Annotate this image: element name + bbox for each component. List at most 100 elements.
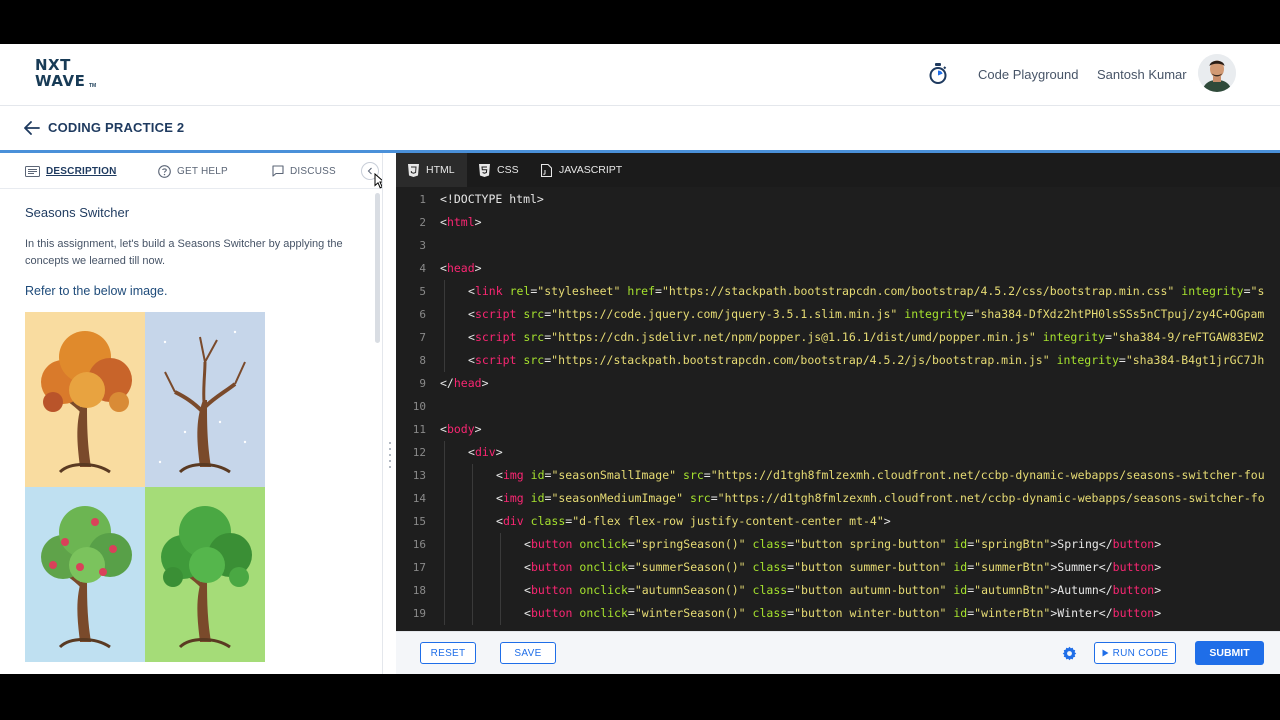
line-number: 4	[419, 262, 426, 275]
submit-button[interactable]: SUBMIT	[1195, 641, 1264, 665]
tab-discuss[interactable]: DISCUSS	[272, 153, 336, 189]
code-line[interactable]: 17 <button onclick="summerSeason()" class…	[396, 556, 1280, 579]
indent-guide	[444, 579, 445, 602]
code-text: </head>	[440, 376, 489, 390]
tab-css[interactable]: CSS	[467, 153, 531, 187]
code-line[interactable]: 5 <link rel="stylesheet" href="https://st…	[396, 280, 1280, 303]
code-text: <script src="https://stackpath.bootstrap…	[468, 353, 1265, 367]
arrow-left-icon[interactable]	[24, 121, 40, 135]
panel-tabs: DESCRIPTION GET HELP DISCUSS	[0, 153, 382, 189]
reset-button[interactable]: RESET	[420, 642, 476, 664]
tab-description[interactable]: DESCRIPTION	[25, 153, 117, 189]
indent-guide	[472, 533, 473, 556]
code-line[interactable]: 13 <img id="seasonSmallImage" src="https:…	[396, 464, 1280, 487]
line-number: 11	[412, 423, 426, 436]
line-number: 6	[419, 308, 426, 321]
code-text: <button onclick="springSeason()" class="…	[524, 537, 1162, 551]
line-number: 15	[412, 515, 426, 528]
code-line[interactable]: 4 <head>	[396, 257, 1280, 280]
indent-guide	[472, 487, 473, 510]
indent-guide	[444, 556, 445, 579]
line-number: 19	[412, 607, 426, 620]
seasons-reference-image	[25, 312, 265, 662]
code-text: <img id="seasonSmallImage" src="https://…	[496, 468, 1265, 482]
nxtwave-logo[interactable]: NXT WAVE TM	[35, 57, 105, 93]
mouse-cursor-icon	[374, 173, 382, 189]
code-text: <script src="https://cdn.jsdelivr.net/np…	[468, 330, 1265, 344]
indent-guide	[444, 280, 445, 303]
line-number: 18	[412, 584, 426, 597]
code-line[interactable]: 2 <html>	[396, 211, 1280, 234]
line-number: 2	[419, 216, 426, 229]
panel-scrollbar[interactable]	[375, 193, 380, 343]
run-code-label: RUN CODE	[1112, 647, 1169, 659]
chevron-left-icon	[367, 167, 372, 175]
indent-guide	[444, 464, 445, 487]
indent-guide	[472, 579, 473, 602]
avatar[interactable]	[1198, 54, 1236, 92]
code-text: <link rel="stylesheet" href="https://sta…	[468, 284, 1265, 298]
indent-guide	[444, 533, 445, 556]
line-number: 17	[412, 561, 426, 574]
description-panel: DESCRIPTION GET HELP DISCUSS Seasons Swi…	[0, 153, 383, 674]
code-line[interactable]: 10	[396, 395, 1280, 418]
indent-guide	[444, 602, 445, 625]
indent-guide	[444, 349, 445, 372]
code-line[interactable]: 7 <script src="https://cdn.jsdelivr.net/n…	[396, 326, 1280, 349]
refer-image-text: Refer to the below image.	[25, 284, 168, 298]
tab-html-label: HTML	[426, 164, 455, 176]
user-name[interactable]: Santosh Kumar	[1097, 67, 1187, 82]
play-icon	[1102, 649, 1109, 657]
code-playground-link[interactable]: Code Playground	[978, 67, 1078, 82]
save-button[interactable]: SAVE	[500, 642, 556, 664]
code-line[interactable]: 1 <!DOCTYPE html>	[396, 188, 1280, 211]
code-line[interactable]: 12 <div>	[396, 441, 1280, 464]
code-line[interactable]: 8 <script src="https://stackpath.bootstra…	[396, 349, 1280, 372]
logo-trademark: TM	[89, 83, 97, 89]
code-line[interactable]: 14 <img id="seasonMediumImage" src="https…	[396, 487, 1280, 510]
indent-guide	[444, 326, 445, 349]
tab-html[interactable]: HTML	[396, 153, 467, 187]
line-number: 1	[419, 193, 426, 206]
practice-title-bar: CODING PRACTICE 2	[0, 106, 1280, 150]
line-number: 8	[419, 354, 426, 367]
html5-icon	[408, 163, 419, 177]
page-title: CODING PRACTICE 2	[48, 120, 185, 135]
top-header: NXT WAVE TM Code Playground Santosh Kuma…	[0, 44, 1280, 106]
code-line[interactable]: 9 </head>	[396, 372, 1280, 395]
tab-get-help-label: GET HELP	[177, 165, 228, 177]
logo-line-1: NXT	[35, 56, 71, 74]
tab-get-help[interactable]: GET HELP	[158, 153, 228, 189]
code-line[interactable]: 18 <button onclick="autumnSeason()" class…	[396, 579, 1280, 602]
line-number: 10	[412, 400, 426, 413]
gear-icon[interactable]	[1062, 646, 1077, 661]
line-number: 7	[419, 331, 426, 344]
line-number: 9	[419, 377, 426, 390]
code-line[interactable]: 15 <div class="d-flex flex-row justify-co…	[396, 510, 1280, 533]
code-text: <script src="https://code.jquery.com/jqu…	[468, 307, 1265, 321]
tab-javascript[interactable]: JAVASCRIPT	[529, 153, 634, 187]
code-line[interactable]: 19 <button onclick="winterSeason()" class…	[396, 602, 1280, 625]
code-line[interactable]: 16 <button onclick="springSeason()" class…	[396, 533, 1280, 556]
tab-css-label: CSS	[497, 164, 519, 176]
code-line[interactable]: 11 <body>	[396, 418, 1280, 441]
resize-handle[interactable]	[388, 440, 392, 470]
indent-guide	[472, 602, 473, 625]
indent-guide	[444, 303, 445, 326]
run-code-button[interactable]: RUN CODE	[1094, 642, 1176, 664]
stopwatch-icon[interactable]	[928, 63, 948, 85]
code-text: <body>	[440, 422, 482, 436]
chat-icon	[272, 165, 284, 177]
assignment-heading: Seasons Switcher	[25, 205, 130, 220]
code-text: <head>	[440, 261, 482, 275]
code-line[interactable]: 6 <script src="https://code.jquery.com/jq…	[396, 303, 1280, 326]
line-number: 16	[412, 538, 426, 551]
code-editor: HTML CSS JAVASCRIPT 1 <!DOCTYPE html> 2 <ht…	[396, 153, 1280, 631]
css3-icon	[479, 163, 490, 177]
indent-guide	[472, 556, 473, 579]
code-text: <!DOCTYPE html>	[440, 192, 544, 206]
indent-guide	[444, 510, 445, 533]
code-line[interactable]: 3	[396, 234, 1280, 257]
line-number: 13	[412, 469, 426, 482]
code-text: <div class="d-flex flex-row justify-cont…	[496, 514, 891, 528]
